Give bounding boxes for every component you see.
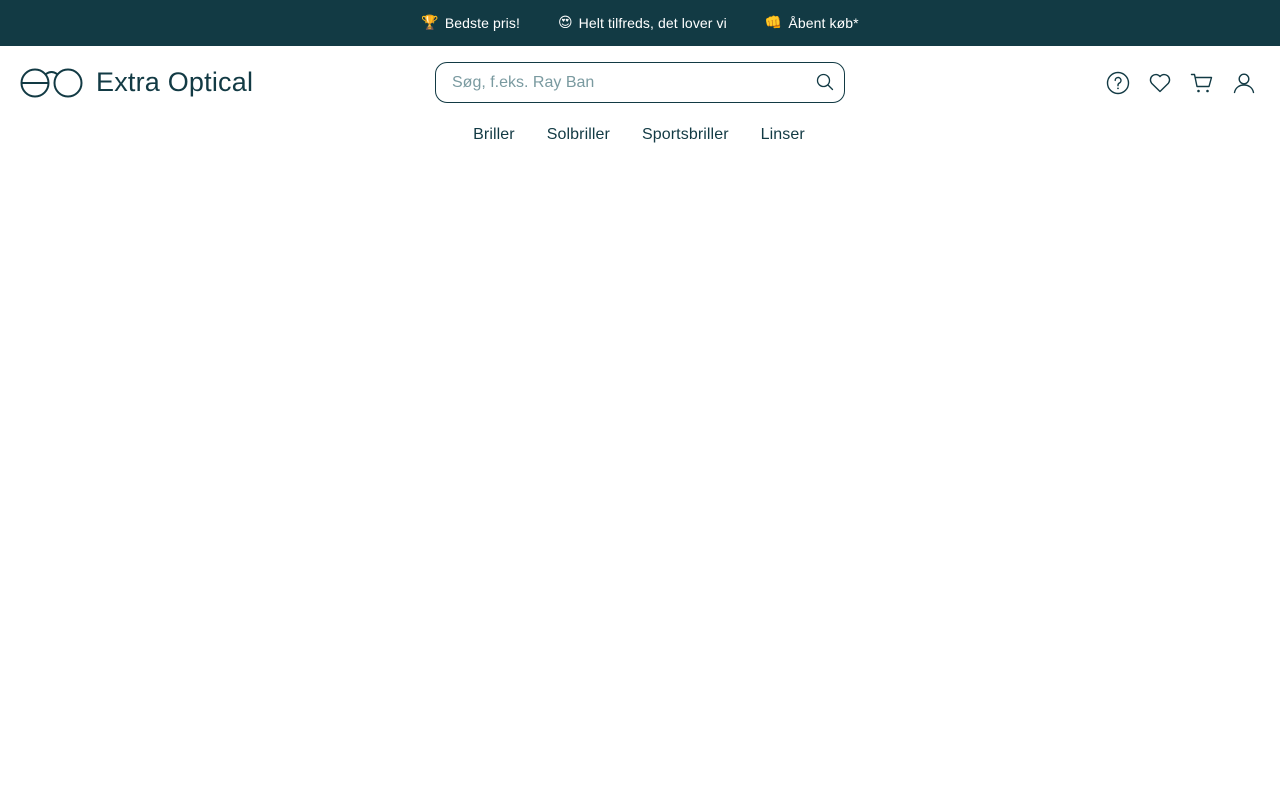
heart-eyes-icon: 😍 [557,15,573,31]
search-box [435,62,845,103]
search-input[interactable] [452,63,828,102]
promo-item-best-price: 🏆 Bedste pris! [421,15,520,31]
cart-button[interactable] [1190,71,1214,95]
logo-text: Extra Optical [96,67,254,97]
user-icon [1233,73,1255,94]
help-button[interactable] [1106,71,1130,95]
promo-text: Åbent køb* [788,15,859,31]
cart-icon [1190,73,1213,93]
fist-bump-icon: 👊 [764,15,783,31]
search-button[interactable] [816,73,834,91]
nav-item-linser[interactable]: Linser [761,126,805,144]
help-icon [1106,71,1130,95]
account-button[interactable] [1232,71,1256,95]
promo-item-satisfaction: 😍 Helt tilfreds, det lover vi [558,15,727,31]
heart-icon [1149,73,1171,93]
logo-link[interactable]: Extra Optical [20,67,253,98]
main-nav: Briller Solbriller Sportsbriller Linser [0,120,1280,150]
promo-bar: 🏆 Bedste pris! 😍 Helt tilfreds, det love… [0,0,1280,46]
trophy-icon: 🏆 [421,15,439,31]
site-header: Extra Optical [0,46,1280,120]
promo-text: Bedste pris! [444,15,520,31]
promo-text: Helt tilfreds, det lover vi [578,15,727,31]
header-actions [1106,71,1256,95]
nav-item-sportsbriller[interactable]: Sportsbriller [642,126,729,144]
nav-item-briller[interactable]: Briller [473,126,515,144]
glasses-logo-icon [20,68,83,97]
wishlist-button[interactable] [1148,71,1172,95]
nav-item-solbriller[interactable]: Solbriller [547,126,610,144]
search-icon [816,73,834,91]
promo-item-open-purchase: 👊 Åbent køb* [765,15,859,31]
